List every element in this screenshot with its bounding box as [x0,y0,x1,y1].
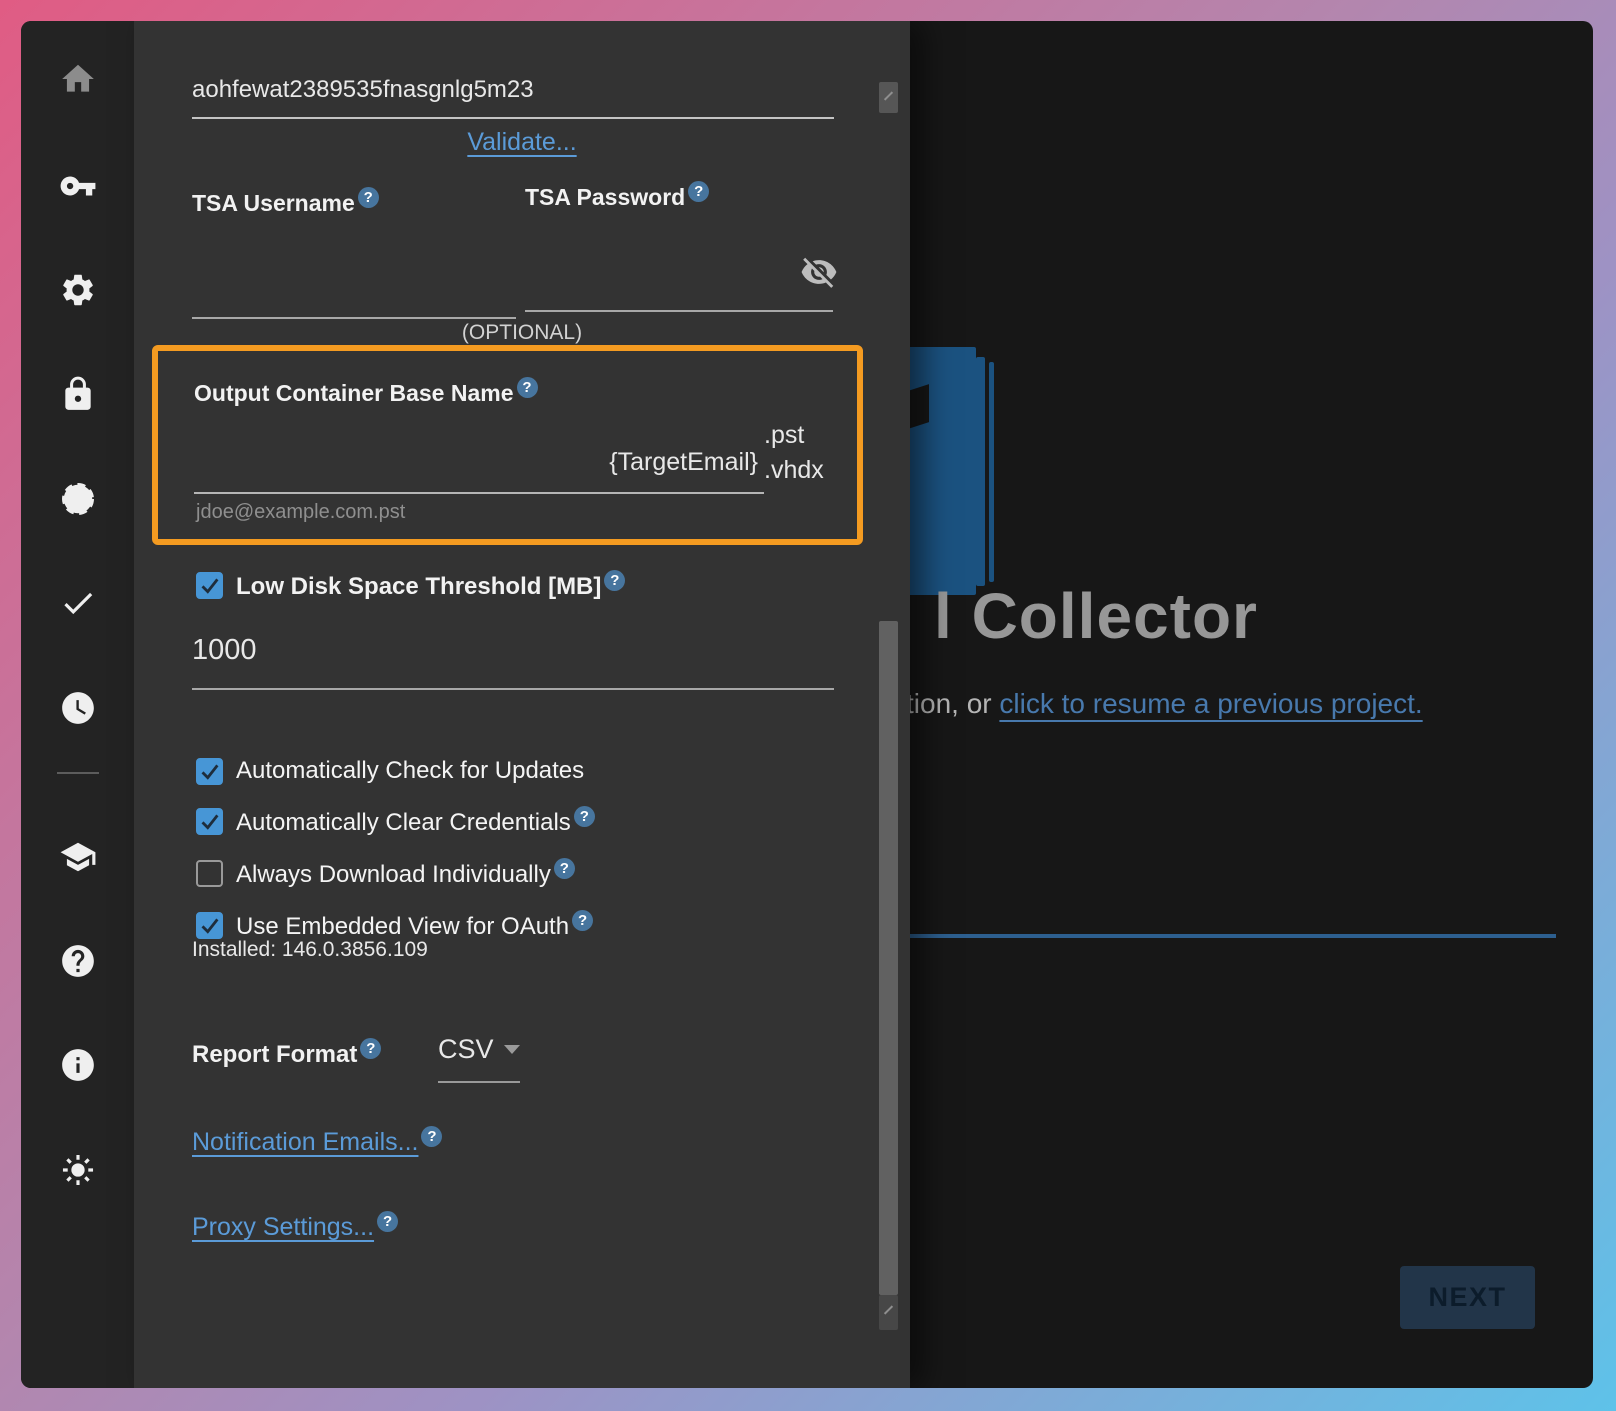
app-logo-bar [989,362,994,582]
main-input-underline [901,934,1556,938]
input-underline [525,310,833,312]
scrollbar-thumb-small[interactable] [879,82,898,113]
input-underline [438,1081,520,1083]
input-underline [194,492,764,494]
input-underline [192,688,834,690]
low-disk-row: Low Disk Space Threshold [MB]? [196,570,625,601]
tsa-password-label: TSA Password? [525,181,709,211]
checkbox-label: Always Download Individually? [236,858,575,889]
checkbox-label: Automatically Clear Credentials? [236,806,595,837]
validate-link-row: Validate... [134,128,910,157]
output-ext-pst: .pst [764,421,804,450]
use-embedded-oauth-checkbox[interactable] [196,912,223,939]
key-icon [59,167,97,205]
home-icon [59,60,97,98]
sidebar-item-downloads[interactable] [57,478,99,520]
help-icon[interactable]: ? [574,806,595,827]
page-title: l Collector [934,579,1258,653]
graduation-cap-icon [59,838,97,876]
output-container-highlight: Output Container Base Name? {TargetEmail… [152,345,863,545]
help-icon[interactable]: ? [604,570,625,591]
low-disk-checkbox[interactable] [196,572,223,599]
sidebar-item-settings[interactable] [57,269,99,311]
resume-project-link[interactable]: click to resume a previous project. [999,688,1422,719]
output-container-input[interactable] [194,446,519,491]
output-ext-vhdx: .vhdx [764,456,824,485]
tsa-username-label: TSA Username? [192,187,379,217]
low-disk-label: Low Disk Space Threshold [MB]? [236,570,625,601]
sidebar-item-credentials[interactable] [57,165,99,207]
proxy-settings-row: Proxy Settings...? [192,1211,398,1242]
checkbox-row: Automatically Check for Updates [196,757,595,785]
auto-check-updates-checkbox[interactable] [196,758,223,785]
app-logo-bar [962,352,971,590]
brightness-icon [59,1151,97,1189]
options-checkbox-group: Automatically Check for Updates Automati… [196,757,595,941]
lock-icon [59,375,97,413]
resize-grip-mark [884,1305,893,1314]
help-circle-icon [59,942,97,980]
gear-icon [59,271,97,309]
report-format-select[interactable]: CSV [438,1034,520,1065]
settings-panel: aohfewat2389535fnasgnlg5m23 Validate... … [134,21,910,1388]
notification-emails-link[interactable]: Notification Emails... [192,1128,418,1156]
installed-version: Installed: 146.0.3856.109 [192,938,428,962]
checkbox-row: Automatically Clear Credentials? [196,806,595,837]
input-underline [192,117,834,119]
clock-icon [59,689,97,727]
scrollbar-corner-grip[interactable] [879,1295,898,1330]
proxy-settings-link[interactable]: Proxy Settings... [192,1213,374,1241]
always-download-individually-checkbox[interactable] [196,860,223,887]
help-icon[interactable]: ? [572,910,593,931]
resume-prefix: tion, or [906,688,999,719]
help-icon[interactable]: ? [554,858,575,879]
token-input[interactable]: aohfewat2389535fnasgnlg5m23 [192,76,834,104]
info-icon [59,1046,97,1084]
sidebar-item-completed[interactable] [57,582,99,624]
output-container-label: Output Container Base Name? [194,377,538,407]
help-icon[interactable]: ? [688,181,709,202]
scrollbar-thumb[interactable] [879,621,898,1295]
resume-sentence: tion, or click to resume a previous proj… [906,688,1423,720]
optional-label: (OPTIONAL) [134,321,910,345]
sidebar-item-theme[interactable] [57,1149,99,1191]
auto-clear-credentials-checkbox[interactable] [196,808,223,835]
download-icon [59,480,97,518]
check-icon [59,584,97,622]
low-disk-input[interactable]: 1000 [192,634,257,667]
chevron-down-icon [504,1045,520,1054]
sidebar-item-help[interactable] [57,940,99,982]
output-container-token: {TargetEmail} [528,448,758,477]
sidebar-item-security[interactable] [57,373,99,415]
help-icon[interactable]: ? [360,1038,381,1059]
notification-emails-row: Notification Emails...? [192,1126,442,1157]
help-icon[interactable]: ? [377,1211,398,1232]
checkbox-row: Use Embedded View for OAuth? [196,910,595,941]
sidebar-item-about[interactable] [57,1044,99,1086]
screenshot-frame: l Collector tion, or click to resume a p… [0,0,1616,1411]
report-format-label: Report Format? [192,1038,381,1069]
input-underline [192,317,516,319]
sidebar [21,21,134,1388]
tsa-password-input[interactable] [525,270,833,310]
checkbox-label: Use Embedded View for OAuth? [236,910,593,941]
help-icon[interactable]: ? [421,1126,442,1147]
sidebar-item-training[interactable] [57,836,99,878]
next-button[interactable]: NEXT [1400,1266,1535,1329]
report-format-value: CSV [438,1034,494,1064]
app-logo-bar [976,357,985,586]
sidebar-divider [57,772,99,774]
resize-grip-mark [884,91,893,100]
output-container-hint: jdoe@example.com.pst [196,501,405,524]
sidebar-item-home[interactable] [57,58,99,100]
validate-link[interactable]: Validate... [467,128,576,156]
checkbox-row: Always Download Individually? [196,858,595,889]
help-icon[interactable]: ? [517,377,538,398]
sidebar-item-history[interactable] [57,687,99,729]
app-window: l Collector tion, or click to resume a p… [21,21,1593,1388]
help-icon[interactable]: ? [358,187,379,208]
checkbox-label: Automatically Check for Updates [236,757,584,785]
tsa-username-input[interactable] [192,277,516,317]
